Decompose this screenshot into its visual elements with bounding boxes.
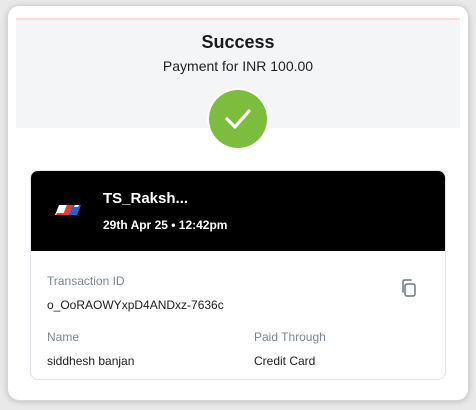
paid-through-value: Credit Card <box>254 354 316 368</box>
paid-through-label: Paid Through <box>254 330 326 344</box>
status-title: Success <box>201 32 275 52</box>
payment-success-dialog: Success Payment for INR 100.00 TS_Raksh.… <box>7 5 469 401</box>
name-label: Name <box>47 330 80 344</box>
transaction-card: TS_Raksh... 29th Apr 25 • 12:42pm Transa… <box>30 170 446 380</box>
checkmark-icon <box>209 90 267 148</box>
copy-icon[interactable] <box>399 278 419 298</box>
merchant-logo <box>53 201 83 224</box>
transaction-card-header: TS_Raksh... 29th Apr 25 • 12:42pm <box>31 171 445 251</box>
transaction-id-label: Transaction ID <box>47 274 125 288</box>
transaction-datetime: 29th Apr 25 • 12:42pm <box>103 218 228 232</box>
transaction-id-value: o_OoRAOWYxpD4ANDxz-7636c <box>47 298 224 312</box>
name-value: siddhesh banjan <box>47 354 135 368</box>
merchant-name: TS_Raksh... <box>103 190 189 207</box>
payment-amount-text: Payment for INR 100.00 <box>162 58 314 74</box>
